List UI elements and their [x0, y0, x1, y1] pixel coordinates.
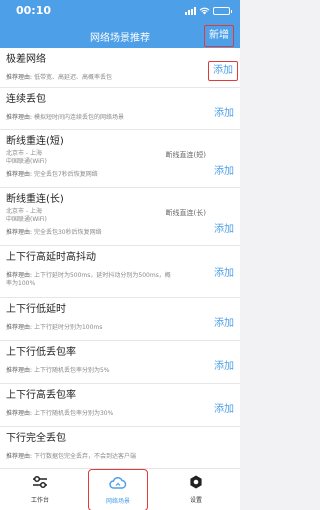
- item-reason: 推荐理由: 完全丢包30秒后恢复网络: [6, 229, 102, 236]
- item-reason: 推荐理由: 上下行延时为500ms，延时抖动分别为500ms，概率为100%: [6, 272, 171, 287]
- status-time: 00:10: [16, 4, 52, 17]
- battery-icon: [213, 7, 232, 15]
- list-item: 断线重连(长) 北京市 - 上海 中国联通(WiFi) 断线直连(长) 推荐理由…: [0, 188, 240, 246]
- tab-label: 网络场景: [105, 498, 130, 505]
- list-item: 下行完全丢包 推荐理由: 下行数据包完全丢弃，不会到达客户端: [0, 427, 240, 468]
- scenario-type: 断线直连(长): [165, 209, 206, 217]
- item-reason: 推荐理由: 完全丢包7秒后恢复网络: [6, 171, 98, 178]
- signal-icon: [185, 7, 196, 15]
- tab-label: 工作台: [30, 497, 49, 504]
- tab-bar: 工作台 网络场景 设置: [0, 468, 240, 510]
- item-reason: 推荐理由: 下行数据包完全丢弃，不会到达客户端: [6, 453, 136, 460]
- add-button[interactable]: 添加: [214, 224, 234, 236]
- cloud-icon: [109, 476, 127, 489]
- item-title: 断线重连(长): [6, 194, 64, 205]
- sliders-icon: [33, 475, 47, 489]
- item-reason: 推荐理由: 低带宽、高延迟、高概率丢包: [6, 74, 112, 81]
- item-title: 下行完全丢包: [6, 433, 66, 444]
- item-reason: 推荐理由: 模拟短时间内连续丢包的网络场景: [6, 114, 124, 121]
- item-title: 断线重连(短): [6, 136, 64, 147]
- scenario-list[interactable]: 极差网络 推荐理由: 低带宽、高延迟、高概率丢包 添加 连续丢包 推荐理由: 模…: [0, 48, 240, 468]
- add-button[interactable]: 添加: [214, 268, 234, 280]
- list-item: 上下行低延时 推荐理由: 上下行延时分别为100ms 添加: [0, 298, 240, 341]
- item-title: 上下行低丢包率: [6, 347, 76, 358]
- item-title: 上下行低延时: [6, 304, 66, 315]
- item-reason: 推荐理由: 上下行随机丢包率分别为5%: [6, 367, 110, 374]
- item-title: 上下行高丢包率: [6, 390, 76, 401]
- list-item: 上下行高延时高抖动 推荐理由: 上下行延时为500ms，延时抖动分别为500ms…: [0, 246, 240, 298]
- add-new-button[interactable]: 新增: [204, 25, 234, 47]
- add-button[interactable]: 添加: [214, 318, 234, 330]
- list-item: 上下行高丢包率 推荐理由: 上下行随机丢包率分别为30% 添加: [0, 384, 240, 427]
- tab-label: 设置: [189, 497, 202, 504]
- scenario-type: 断线直连(短): [165, 151, 206, 159]
- item-reason: 推荐理由: 上下行延时分别为100ms: [6, 324, 103, 331]
- add-button[interactable]: 添加: [214, 361, 234, 373]
- item-reason: 推荐理由: 上下行随机丢包率分别为30%: [6, 410, 114, 417]
- add-button[interactable]: 添加: [214, 108, 234, 120]
- tab-settings[interactable]: 设置: [166, 469, 226, 510]
- gear-icon: [190, 475, 202, 489]
- item-title: 上下行高延时高抖动: [6, 252, 96, 263]
- list-item: 断线重连(短) 北京市 - 上海 中国联通(WiFi) 断线直连(短) 推荐理由…: [0, 130, 240, 188]
- tab-workbench[interactable]: 工作台: [10, 469, 70, 510]
- add-button[interactable]: 添加: [214, 404, 234, 416]
- item-title: 连续丢包: [6, 94, 46, 105]
- add-button[interactable]: 添加: [214, 166, 234, 178]
- wifi-icon: [199, 7, 210, 15]
- nav-bar: 网络场景推荐 新增: [0, 24, 240, 48]
- status-icons: [185, 7, 232, 15]
- add-button[interactable]: 添加: [208, 61, 238, 81]
- item-title: 极差网络: [6, 54, 46, 65]
- list-item: 上下行低丢包率 推荐理由: 上下行随机丢包率分别为5% 添加: [0, 341, 240, 384]
- status-bar: 00:10: [0, 0, 240, 24]
- list-item: 极差网络 推荐理由: 低带宽、高延迟、高概率丢包 添加: [0, 48, 240, 88]
- tab-network-scenarios[interactable]: 网络场景: [88, 469, 148, 510]
- list-item: 连续丢包 推荐理由: 模拟短时间内连续丢包的网络场景 添加: [0, 88, 240, 130]
